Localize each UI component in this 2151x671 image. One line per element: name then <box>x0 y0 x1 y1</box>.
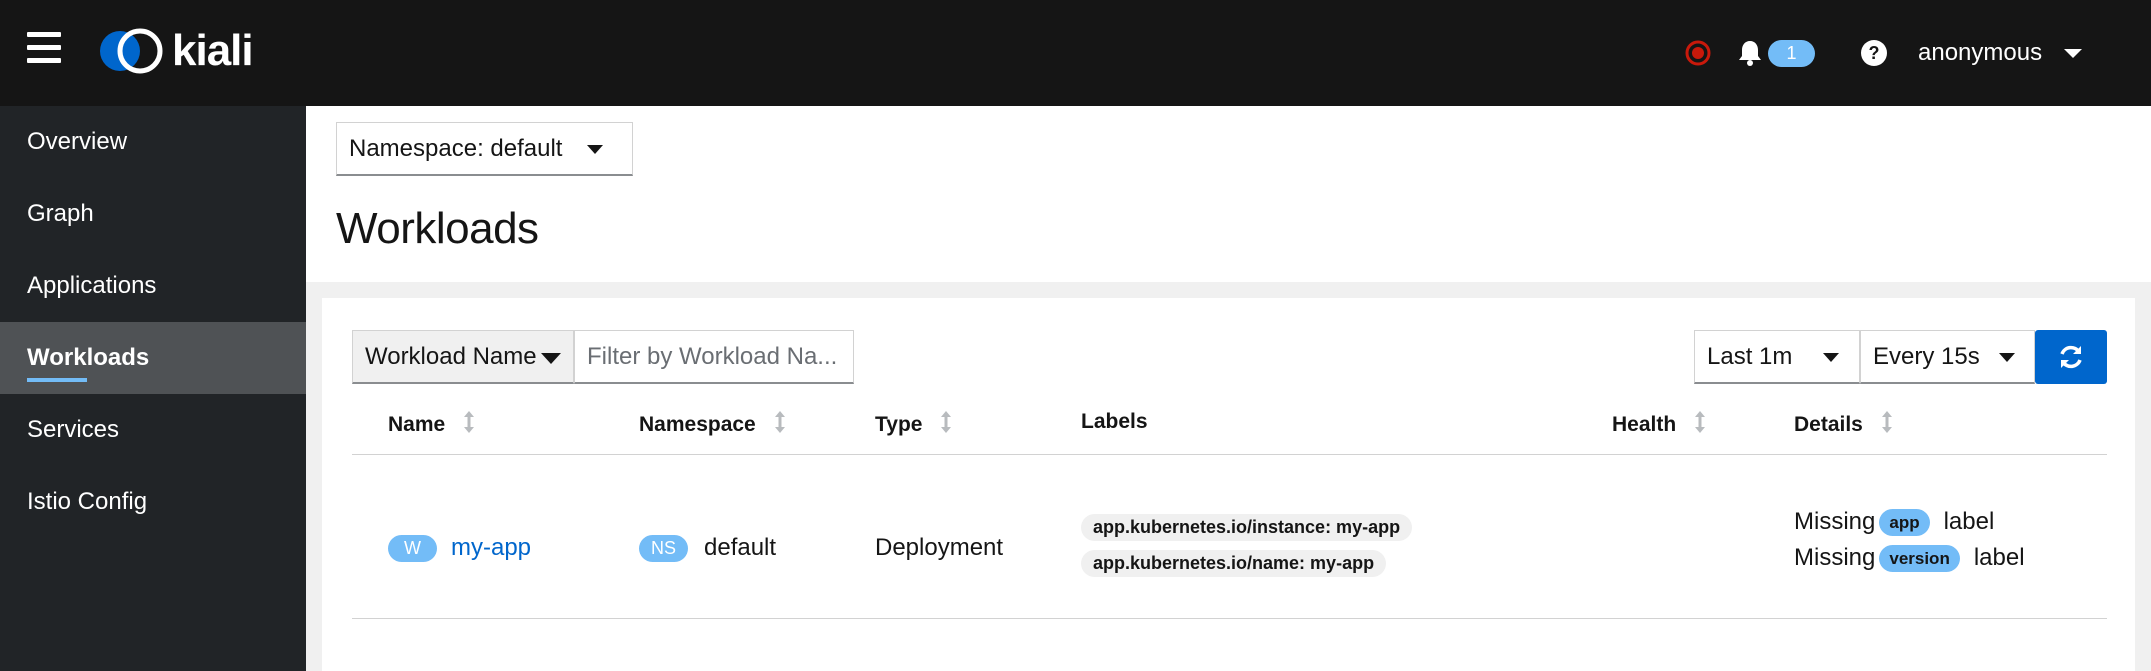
caret-down-icon <box>1823 353 1839 362</box>
namespace-select-label: Namespace: default <box>349 135 563 162</box>
column-label: Type <box>875 413 923 436</box>
sidebar-item-workloads[interactable]: Workloads <box>0 322 306 394</box>
workload-name-cell: W my-app <box>388 534 531 562</box>
type-value: Deployment <box>875 534 1004 561</box>
label-badge: app <box>1879 508 1930 536</box>
refresh-interval-label: Every 15s <box>1873 343 1980 370</box>
column-header-name[interactable]: Name <box>388 410 475 440</box>
column-label: Labels <box>1081 410 1148 433</box>
sidebar-item-label: Overview <box>27 128 128 155</box>
active-indicator <box>27 378 87 382</box>
help-icon[interactable]: ? <box>1860 0 1888 106</box>
kiali-logo-icon <box>100 28 163 74</box>
brand-logo[interactable]: kiali <box>98 24 254 78</box>
workloads-card: Workload Name Last 1m Every 15s Name Nam… <box>322 298 2135 671</box>
main-content: Namespace: default Workloads Workload Na… <box>306 106 2151 671</box>
sort-icon <box>1881 410 1893 440</box>
sort-icon <box>463 410 475 440</box>
label-chip[interactable]: app.kubernetes.io/instance: my-app <box>1081 514 1413 541</box>
column-label: Namespace <box>639 413 756 436</box>
sort-icon <box>940 410 952 440</box>
namespace-value: default <box>704 534 777 561</box>
detail-prefix: Missing <box>1794 544 1876 571</box>
masthead: kiali 1 ? anonymous <box>0 0 2151 106</box>
column-header-health[interactable]: Health <box>1612 410 1706 440</box>
caret-down-icon <box>2064 48 2083 58</box>
filter-type-label: Workload Name <box>365 343 537 370</box>
refresh-button[interactable] <box>2035 330 2107 384</box>
detail-missing-app: Missing app label <box>1794 508 1994 536</box>
sidebar-item-applications[interactable]: Applications <box>0 250 306 322</box>
notifications-button[interactable]: 1 <box>1738 0 1815 106</box>
caret-down-icon <box>587 145 603 154</box>
column-header-namespace[interactable]: Namespace <box>639 410 786 440</box>
namespace-badge: NS <box>639 534 688 562</box>
duration-select[interactable]: Last 1m <box>1694 330 1860 384</box>
page-header: Namespace: default Workloads <box>306 106 2151 282</box>
refresh-icon <box>2060 345 2082 369</box>
filter-input[interactable] <box>574 330 854 384</box>
type-cell: Deployment <box>875 534 1003 562</box>
brand-name: kiali <box>172 26 254 75</box>
svg-text:?: ? <box>1869 43 1880 63</box>
username: anonymous <box>1918 39 2043 66</box>
header-divider <box>352 454 2107 455</box>
namespace-select[interactable]: Namespace: default <box>336 122 633 176</box>
user-dropdown[interactable]: anonymous <box>1918 0 2083 106</box>
caret-down-icon <box>1999 353 2015 362</box>
sidebar-item-label: Services <box>27 416 120 443</box>
sidebar-item-label: Applications <box>27 272 157 299</box>
notification-count-badge: 1 <box>1768 39 1815 67</box>
column-header-type[interactable]: Type <box>875 410 952 440</box>
sidebar-item-graph[interactable]: Graph <box>0 178 306 250</box>
duration-label: Last 1m <box>1707 343 1793 370</box>
page-title: Workloads <box>336 204 539 253</box>
sidebar-nav: Overview Graph Applications Workloads Se… <box>0 106 306 671</box>
detail-suffix: label <box>1973 544 2025 571</box>
sort-icon <box>1694 410 1706 440</box>
bell-icon <box>1739 41 1761 66</box>
column-header-labels: Labels <box>1081 410 1148 434</box>
sort-icon <box>774 410 786 440</box>
sidebar-item-istio-config[interactable]: Istio Config <box>0 466 306 538</box>
workload-link[interactable]: my-app <box>451 534 531 562</box>
detail-suffix: label <box>1943 508 1995 535</box>
workload-badge: W <box>388 534 437 562</box>
menu-icon[interactable] <box>27 32 61 64</box>
filter-type-select[interactable]: Workload Name <box>352 330 574 384</box>
sidebar-item-services[interactable]: Services <box>0 394 306 466</box>
label-badge: version <box>1879 544 1960 572</box>
column-header-details[interactable]: Details <box>1794 410 1893 440</box>
refresh-interval-select[interactable]: Every 15s <box>1860 330 2035 384</box>
sidebar-item-label: Istio Config <box>27 488 148 515</box>
column-label: Health <box>1612 413 1677 436</box>
sidebar-item-overview[interactable]: Overview <box>0 106 306 178</box>
label-chip[interactable]: app.kubernetes.io/name: my-app <box>1081 550 1387 577</box>
sidebar-item-label: Workloads <box>27 344 150 371</box>
column-label: Name <box>388 413 446 436</box>
sidebar-item-label: Graph <box>27 200 94 227</box>
caret-down-icon <box>541 353 561 364</box>
row-divider <box>352 618 2107 619</box>
status-error-icon[interactable] <box>1685 0 1713 106</box>
namespace-cell: NS default <box>639 534 776 562</box>
detail-prefix: Missing <box>1794 508 1876 535</box>
detail-missing-version: Missing version label <box>1794 544 2025 572</box>
column-label: Details <box>1794 413 1863 436</box>
